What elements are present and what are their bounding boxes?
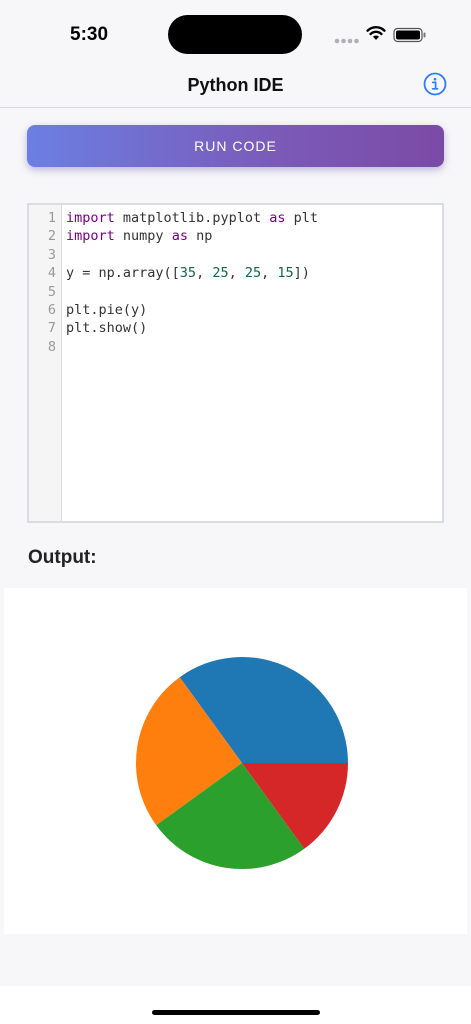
line-number: 6: [47, 302, 56, 318]
line-number-gutter: 1 23 45 6 78: [29, 205, 62, 521]
bottom-area: [0, 986, 471, 1024]
page-title: Python IDE: [187, 75, 284, 95]
code-keyword: as: [269, 210, 286, 226]
code-token: ,: [261, 265, 278, 282]
code-keyword: import: [66, 228, 115, 245]
code-line[interactable]: import matplotlib.pyplot as plt: [66, 209, 318, 227]
home-indicator: [152, 1010, 320, 1015]
code-editor[interactable]: 1 23 45 6 78 import matplotlib.pyplot as plt…: [27, 203, 444, 523]
line-number: 2: [47, 228, 56, 245]
run-code-button[interactable]: RUN CODE: [27, 125, 444, 167]
code-token: np: [187, 228, 213, 245]
nav-bar: Python IDE: [0, 62, 471, 108]
code-line[interactable]: plt.pie(y): [66, 301, 147, 319]
code-token: matplotlib.pyplot: [114, 210, 270, 226]
code-line[interactable]: import numpy as np: [66, 227, 212, 245]
code-token: ]): [293, 265, 310, 282]
code-number: 25: [244, 265, 262, 282]
battery-icon: [393, 27, 426, 43]
code-token: plt.pie(y): [66, 302, 148, 318]
line-number: 4: [47, 265, 56, 282]
code-token: plt: [285, 210, 318, 226]
status-time: 5:30: [70, 24, 109, 45]
wifi-icon: [366, 26, 386, 40]
code-number: 35: [179, 265, 197, 282]
code-token: numpy: [114, 228, 172, 245]
code-line[interactable]: y = np.array([35, 25, 25, 15]): [66, 264, 310, 282]
line-number: 8: [47, 338, 56, 355]
status-bar: 5:30: [0, 0, 471, 62]
code-token: ,: [228, 265, 245, 282]
code-token: ,: [196, 265, 213, 282]
dynamic-island: [168, 15, 302, 54]
line-number: 5: [47, 283, 56, 300]
code-keyword: import: [66, 210, 115, 226]
code-token: y = np.array([: [66, 265, 180, 282]
line-number: 7: [47, 320, 56, 337]
output-panel: [4, 588, 467, 934]
code-number: 15: [277, 265, 294, 282]
code-number: 25: [212, 265, 229, 282]
cellular-signal-icon: [334, 38, 359, 44]
info-icon[interactable]: [423, 72, 447, 96]
line-number: 1: [47, 210, 56, 226]
code-token: plt.show(): [66, 320, 148, 337]
pie-chart: [135, 656, 348, 870]
code-keyword: as: [171, 228, 188, 245]
code-line[interactable]: plt.show(): [66, 319, 147, 337]
output-label: Output:: [28, 547, 97, 568]
line-number: 3: [47, 246, 56, 263]
